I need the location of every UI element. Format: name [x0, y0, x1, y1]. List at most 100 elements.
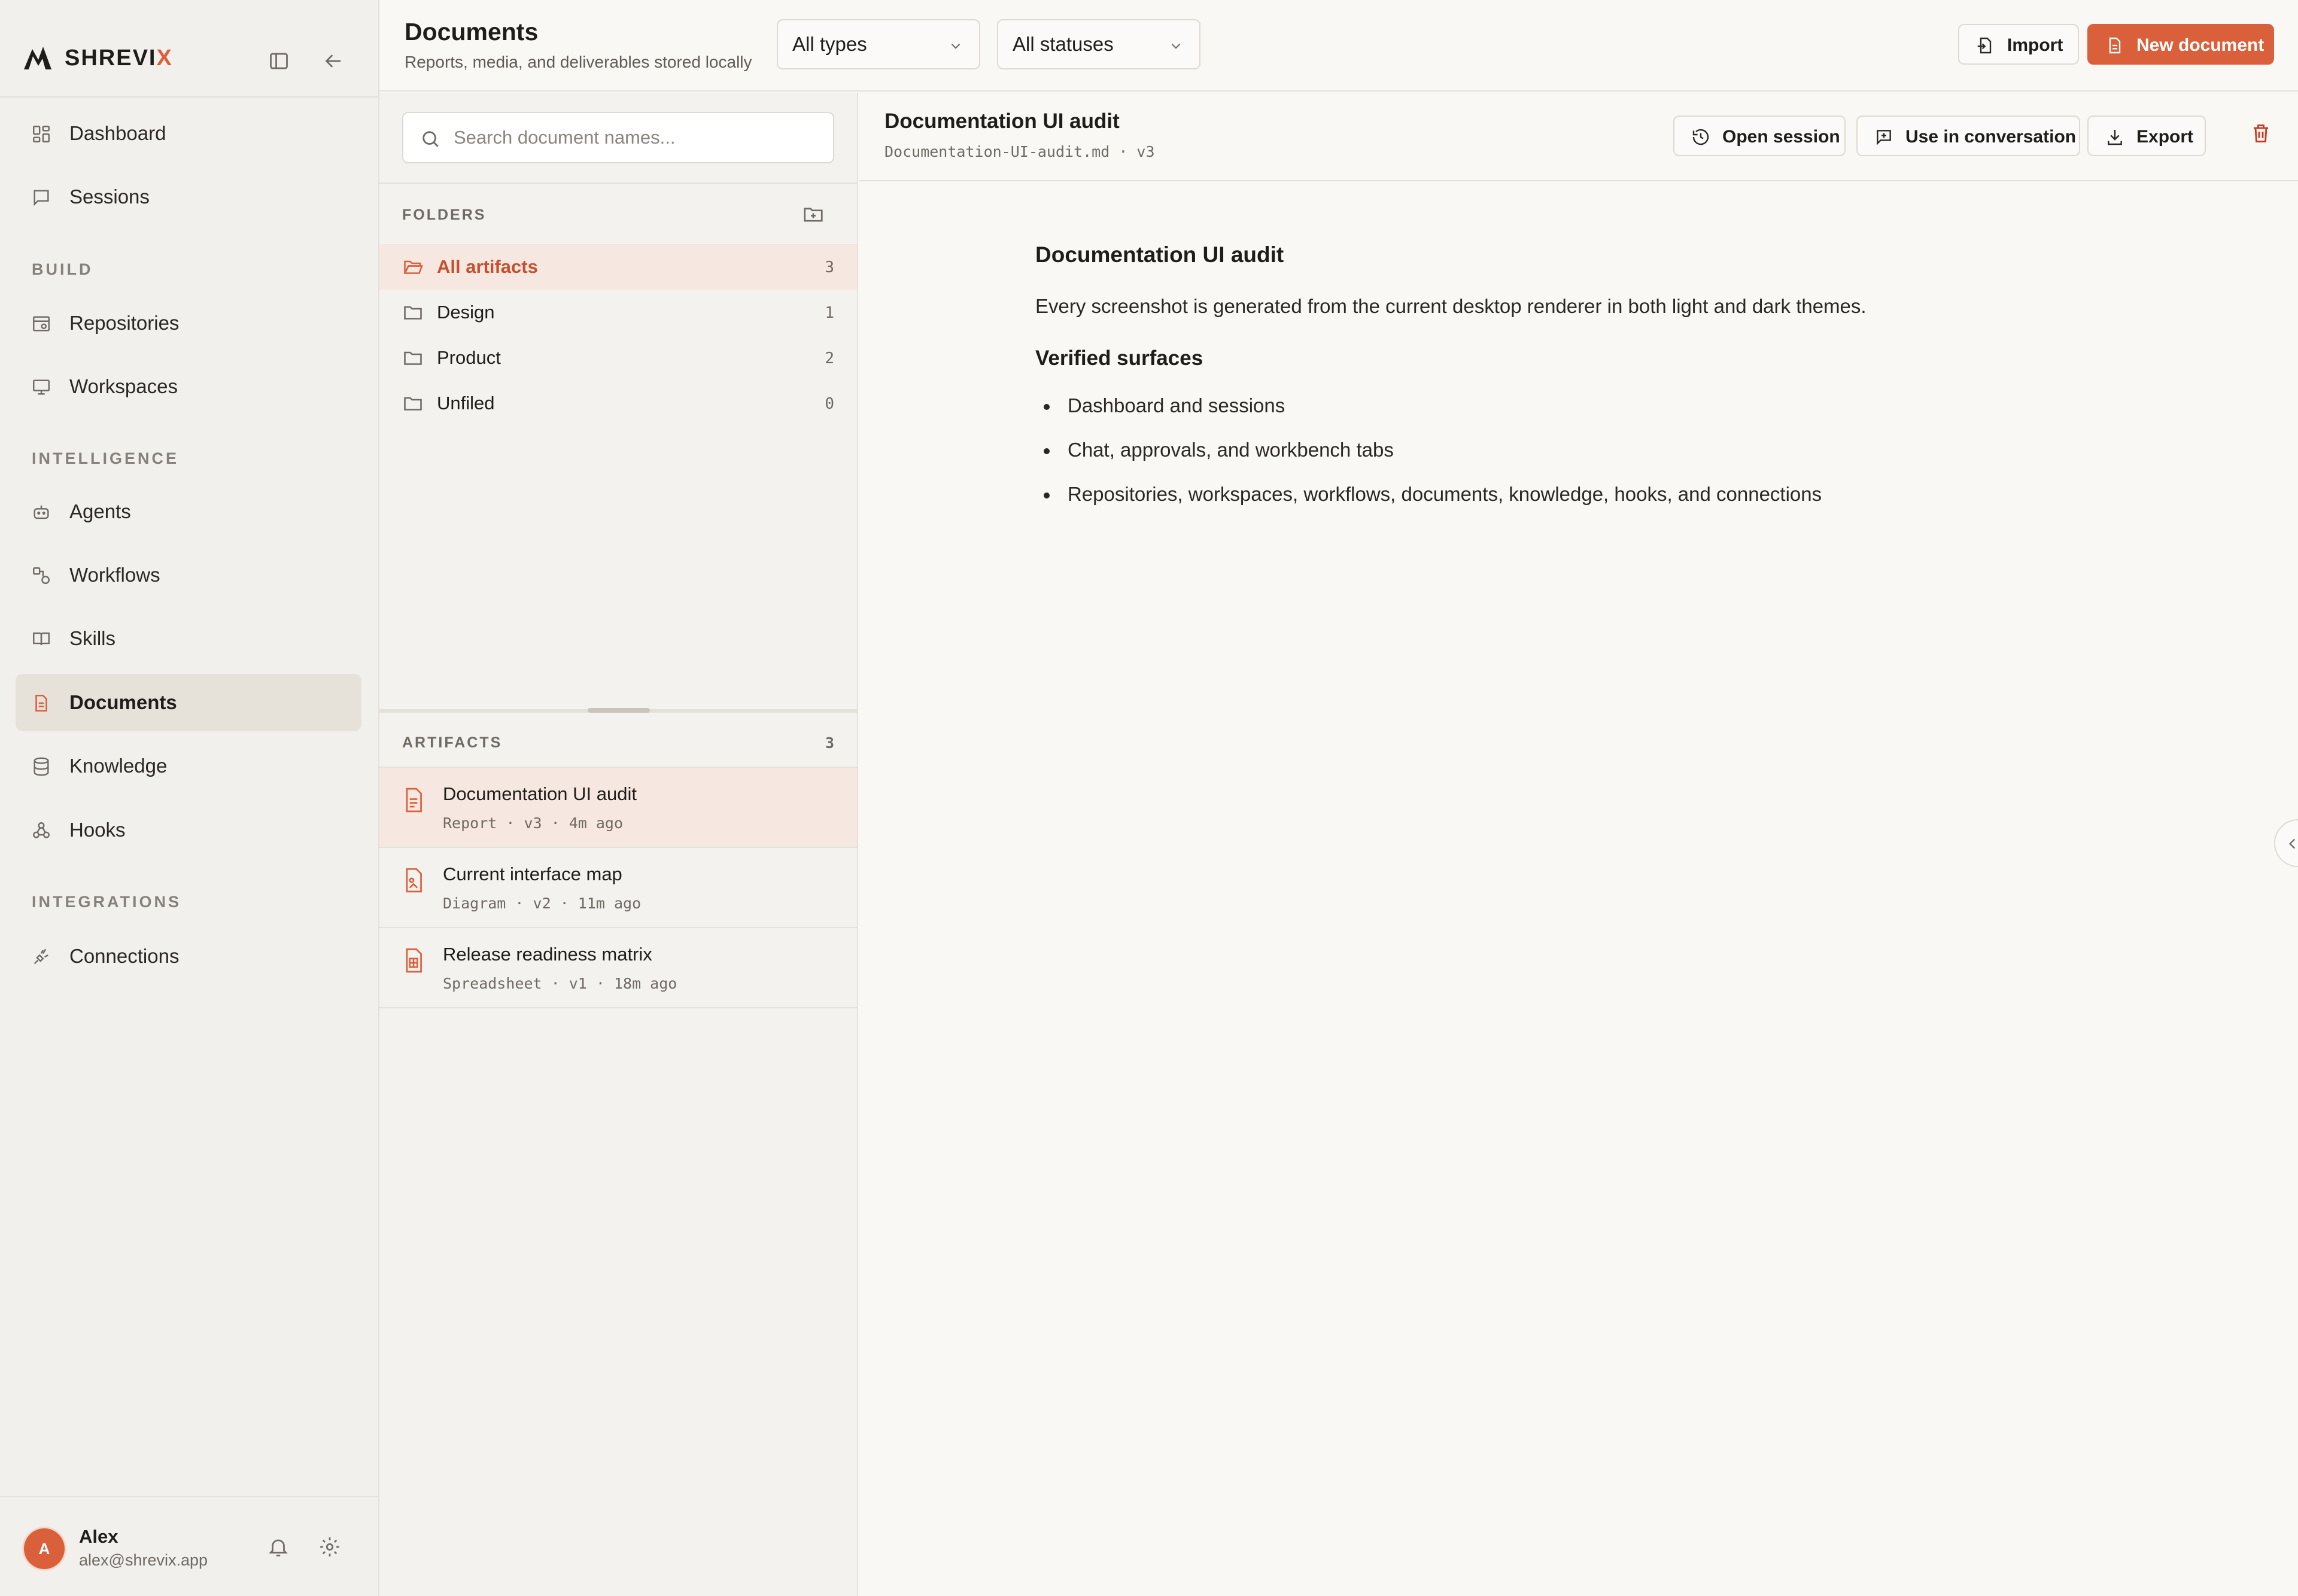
sidebar-toggle-icon[interactable] [268, 50, 290, 72]
new-folder-icon[interactable] [802, 203, 825, 226]
shrevix-logo-icon [24, 47, 51, 69]
book-icon [33, 632, 50, 646]
export-button[interactable]: Export [2087, 115, 2206, 156]
sidebar-item-documents[interactable]: Documents [16, 674, 361, 731]
avatar[interactable]: A [24, 1528, 65, 1569]
robot-icon [34, 505, 49, 519]
nav-section-build: BUILD [32, 260, 93, 278]
folder-count: 0 [825, 395, 834, 413]
folder-icon [404, 351, 422, 365]
webhook-icon [33, 822, 50, 838]
document-viewer: Documentation UI audit Documentation-UI-… [859, 93, 2298, 1596]
new-document-button[interactable]: New document [2087, 24, 2274, 65]
sidebar-item-repositories[interactable]: Repositories [16, 294, 361, 352]
folder-item-unfiled[interactable]: Unfiled 0 [379, 381, 857, 426]
document-heading: Documentation UI audit [1035, 242, 1284, 267]
sidebar-item-skills[interactable]: Skills [16, 610, 361, 667]
sidebar-item-label: Workflows [69, 564, 160, 586]
artifact-meta: Report · v3 · 4m ago [443, 814, 624, 832]
sidebar-item-label: Sessions [69, 186, 150, 208]
dashboard-icon [33, 126, 50, 142]
artifact-title: Release readiness matrix [443, 944, 652, 965]
list-item: Chat, approvals, and workbench tabs [1035, 439, 2172, 461]
splitter-handle[interactable] [588, 708, 650, 713]
document-title: Documentation UI audit [884, 110, 1120, 133]
artifact-meta: Diagram · v2 · 11m ago [443, 895, 642, 912]
list-item: Repositories, workspaces, workflows, doc… [1035, 483, 2172, 506]
artifact-item[interactable]: Current interface map Diagram · v2 · 11m… [379, 848, 857, 928]
brand-name: SHREVIX [65, 45, 173, 71]
open-session-button[interactable]: Open session [1673, 115, 1846, 156]
expand-panel-button[interactable] [2274, 819, 2298, 867]
sidebar-item-label: Hooks [69, 819, 126, 841]
sidebar-item-dashboard[interactable]: Dashboard [16, 105, 361, 162]
artifact-item[interactable]: Release readiness matrix Spreadsheet · v… [379, 928, 857, 1008]
search-input[interactable] [454, 119, 825, 156]
type-filter-select[interactable]: All types [777, 19, 980, 69]
gear-icon[interactable] [318, 1536, 341, 1558]
trash-icon[interactable] [2250, 123, 2272, 144]
workflow-icon [33, 567, 50, 584]
chat-bubble-icon [34, 190, 49, 206]
folder-name: Design [437, 302, 495, 323]
sidebar-item-label: Skills [69, 627, 116, 649]
folder-name: All artifacts [437, 256, 538, 277]
sidebar-item-label: Documents [69, 691, 177, 713]
artifact-title: Documentation UI audit [443, 783, 637, 804]
folder-name: Product [437, 347, 501, 368]
report-file-icon [406, 788, 422, 813]
chat-add-icon [1877, 130, 1891, 145]
diagram-file-icon [406, 868, 422, 893]
sidebar-item-hooks[interactable]: Hooks [16, 801, 361, 859]
type-filter-value: All types [792, 33, 867, 55]
folder-count: 1 [825, 304, 834, 322]
artifact-item[interactable]: Documentation UI audit Report · v3 · 4m … [379, 768, 857, 848]
artifact-title: Current interface map [443, 864, 622, 884]
document-paragraph: Every screenshot is generated from the c… [1035, 295, 1867, 317]
page-subtitle: Reports, media, and deliverables stored … [405, 53, 752, 71]
sidebar-item-agents[interactable]: Agents [16, 483, 361, 540]
spreadsheet-file-icon [406, 948, 422, 973]
folder-item-all-artifacts[interactable]: All artifacts 3 [379, 244, 857, 290]
document-filename: Documentation-UI-audit.md · v3 [884, 143, 1155, 160]
folders-label: FOLDERS [402, 206, 487, 223]
user-name: Alex [79, 1526, 118, 1547]
folder-item-design[interactable]: Design 1 [379, 290, 857, 335]
open-session-label: Open session [1722, 127, 1840, 147]
sidebar-item-label: Workspaces [69, 375, 178, 397]
database-icon [34, 757, 49, 776]
folder-item-product[interactable]: Product 2 [379, 335, 857, 381]
import-button[interactable]: Import [1958, 24, 2079, 65]
search-box[interactable] [402, 112, 834, 163]
sidebar-item-label: Connections [69, 945, 180, 967]
bell-icon[interactable] [267, 1536, 290, 1558]
brand-row: SHREVIX [0, 0, 378, 98]
use-in-conversation-button[interactable]: Use in conversation [1856, 115, 2080, 156]
document-bullet-list: Dashboard and sessions Chat, approvals, … [1035, 394, 2172, 506]
document-subheading: Verified surfaces [1035, 346, 1203, 370]
download-icon [2108, 130, 2122, 145]
page-title: Documents [405, 18, 539, 45]
folder-open-icon [403, 260, 423, 274]
sidebar-item-workspaces[interactable]: Workspaces [16, 358, 361, 415]
folder-count: 3 [825, 259, 834, 276]
sidebar-item-knowledge[interactable]: Knowledge [16, 737, 361, 795]
sidebar-item-connections[interactable]: Connections [16, 928, 361, 985]
folder-icon [404, 397, 422, 411]
sidebar-item-label: Agents [69, 500, 131, 522]
document-browser: FOLDERS All artifacts 3 Design 1 Product… [379, 93, 858, 1596]
document-icon [35, 694, 47, 712]
divider [379, 183, 857, 184]
status-filter-select[interactable]: All statuses [997, 19, 1200, 69]
export-label: Export [2136, 127, 2194, 147]
page-header: Documents Reports, media, and deliverabl… [379, 0, 2298, 92]
sidebar-item-workflows[interactable]: Workflows [16, 546, 361, 604]
artifact-meta: Spreadsheet · v1 · 18m ago [443, 975, 677, 992]
back-arrow-icon[interactable] [322, 50, 344, 72]
nav-section-integrations: INTEGRATIONS [32, 893, 181, 911]
folder-icon [404, 306, 422, 320]
history-icon [1692, 129, 1709, 145]
repository-icon [33, 316, 50, 332]
folder-name: Unfiled [437, 393, 495, 414]
sidebar-item-sessions[interactable]: Sessions [16, 168, 361, 226]
